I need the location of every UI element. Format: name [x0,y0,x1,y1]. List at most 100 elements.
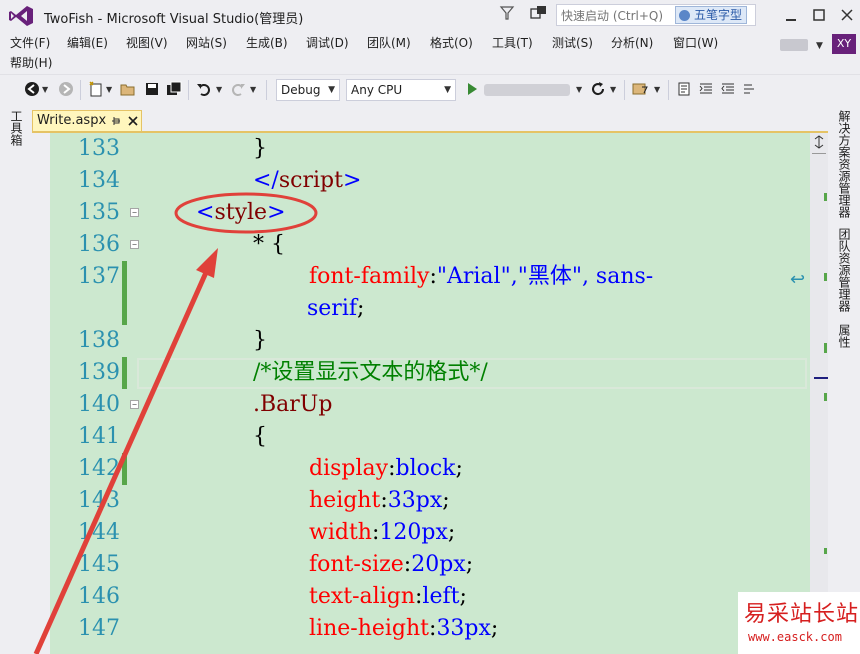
quick-launch-box[interactable]: 五笔字型 [556,4,756,26]
properties-tab[interactable]: 属性 [833,324,855,348]
maximize-icon[interactable] [806,4,832,26]
navigate-back-icon[interactable] [24,81,40,97]
close-window-icon[interactable] [834,4,860,26]
minimize-icon[interactable] [778,4,804,26]
collapse-region-icon[interactable]: − [130,240,139,249]
code-line: 134 </script> [50,165,810,197]
code-line: 143 height:33px; [50,485,810,517]
browser-link-dropdown-icon[interactable]: ▼ [654,86,660,94]
menu-help[interactable]: 帮助(H) [10,54,52,72]
menu-edit[interactable]: 编辑(E) [67,34,108,52]
navigate-forward-icon[interactable] [58,81,74,97]
vertical-scrollbar[interactable] [810,133,828,654]
open-file-icon[interactable] [120,81,136,97]
start-debugging-icon[interactable] [464,81,480,97]
browser-target-label[interactable] [484,84,570,96]
refresh-dropdown-icon[interactable]: ▼ [610,86,616,94]
css-property: line-height [309,616,430,641]
menu-team[interactable]: 团队(M) [367,34,411,52]
css-colon: : [429,264,437,289]
solution-explorer-tab[interactable]: 解决方案资源管理器 [833,110,855,218]
code-text: * { [253,232,285,257]
team-explorer-tab[interactable]: 团队资源管理器 [833,228,855,312]
solution-platform-select[interactable]: Any CPU ▼ [346,79,456,101]
browser-dropdown-icon[interactable]: ▼ [576,86,582,94]
toolbar-separator [624,80,625,100]
solution-configuration-select[interactable]: Debug ▼ [276,79,340,101]
tag-bracket: < [196,200,215,225]
toolbar-separator [266,80,267,100]
chevron-down-icon[interactable]: ▼ [816,41,823,51]
css-value: left [422,584,460,609]
notifications-icon[interactable] [530,5,548,21]
indent-icon[interactable] [698,81,714,97]
new-project-icon[interactable] [88,81,104,97]
css-colon: : [388,456,396,481]
line-number: 136 [78,232,120,257]
avatar[interactable]: XY [832,34,856,54]
line-number: 145 [78,552,120,577]
browser-link-icon[interactable] [632,81,648,97]
code-line: 139 /*设置显示文本的格式*/ [50,357,810,389]
scroll-divider [812,153,826,154]
menu-build[interactable]: 生成(B) [246,34,288,52]
menu-window[interactable]: 窗口(W) [673,34,718,52]
menu-debug[interactable]: 调试(D) [306,34,349,52]
css-colon: : [380,488,388,513]
code-editor[interactable]: 133 } 134 </script> 135 − <style> 136 − … [50,133,810,654]
menu-tools[interactable]: 工具(T) [492,34,533,52]
collapse-region-icon[interactable]: − [130,400,139,409]
css-value: 33px [387,488,443,513]
code-line: 140 − .BarUp [50,389,810,421]
line-number: 138 [78,328,120,353]
split-editor-icon[interactable] [812,135,826,149]
account-name[interactable] [780,39,808,51]
css-value: block [395,456,456,481]
feedback-filter-icon[interactable] [499,5,515,21]
line-number: 135 [78,200,120,225]
quick-launch-input[interactable] [561,7,673,24]
pin-icon[interactable] [110,114,122,128]
menu-view[interactable]: 视图(V) [126,34,168,52]
css-value: 20px [411,552,466,577]
ime-icon [679,10,690,21]
save-all-icon[interactable] [166,81,182,97]
back-dropdown-icon[interactable]: ▼ [42,86,48,94]
scroll-change-mark [824,273,827,281]
code-text: display:block; [309,453,463,485]
menu-file[interactable]: 文件(F) [10,34,50,52]
menu-bar: 文件(F) 编辑(E) 视图(V) 网站(S) 生成(B) 调试(D) 团队(M… [0,32,860,74]
css-value: 33px [436,616,491,641]
redo-icon[interactable] [230,81,246,97]
comment-out-icon[interactable] [742,81,758,97]
menu-website[interactable]: 网站(S) [186,34,227,52]
refresh-browser-icon[interactable] [590,81,606,97]
code-text: } [253,328,267,353]
code-text: } [253,136,267,161]
ime-indicator[interactable]: 五笔字型 [675,6,748,24]
tab-write-aspx[interactable]: Write.aspx [32,110,142,132]
menu-analyze[interactable]: 分析(N) [611,34,653,52]
code-line: 137 font-family:"Arial","黑体", sans- [50,261,810,293]
collapse-region-icon[interactable]: − [130,208,139,217]
word-wrap-glyph-icon: ↩ [790,269,806,290]
css-semicolon: ; [442,488,450,513]
outdent-icon[interactable] [720,81,736,97]
scroll-change-mark [824,193,827,201]
css-property: text-align [309,584,415,609]
undo-dropdown-icon[interactable]: ▼ [216,86,222,94]
code-text: <style> [196,197,286,229]
menu-format[interactable]: 格式(O) [430,34,473,52]
css-semicolon: ; [455,456,463,481]
close-icon[interactable] [127,114,139,128]
code-line: 145 font-size:20px; [50,549,810,581]
redo-dropdown-icon[interactable]: ▼ [250,86,256,94]
watermark-brand: 易采站长站 [744,602,860,627]
new-project-dropdown-icon[interactable]: ▼ [106,86,112,94]
code-text: text-align:left; [309,581,467,613]
toolbox-tab[interactable]: 工具箱 [6,110,26,146]
menu-test[interactable]: 测试(S) [552,34,593,52]
save-icon[interactable] [144,81,160,97]
undo-icon[interactable] [196,81,212,97]
document-outline-icon[interactable] [676,81,692,97]
